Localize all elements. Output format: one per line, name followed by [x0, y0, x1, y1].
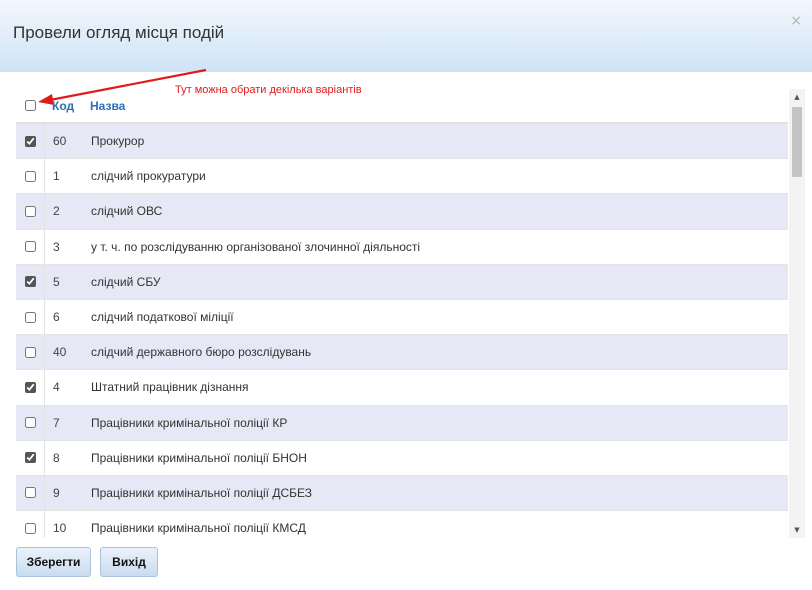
- table-row[interactable]: 10 Працівники кримінальної поліції КМСД: [16, 511, 788, 538]
- row-checkbox-cell: [16, 205, 44, 217]
- table-row[interactable]: 8 Працівники кримінальної поліції БНОН: [16, 440, 788, 476]
- dialog-title: Провели огляд місця подій: [13, 23, 225, 42]
- row-name: слідчий СБУ: [91, 274, 161, 289]
- row-code: 10: [53, 521, 67, 536]
- scrollbar[interactable]: ▲ ▼: [789, 89, 805, 538]
- row-name: слідчий податкової міліції: [91, 310, 234, 325]
- row-code: 4: [53, 380, 60, 395]
- scroll-up-icon[interactable]: ▲: [789, 91, 805, 103]
- row-checkbox-cell: [16, 170, 44, 182]
- row-name: Працівники кримінальної поліції КР: [91, 415, 288, 430]
- table-row[interactable]: 1 слідчий прокуратури: [16, 159, 788, 195]
- scroll-down-icon[interactable]: ▼: [789, 524, 805, 536]
- row-checkbox-cell: [16, 452, 44, 464]
- row-checkbox-cell: [16, 417, 44, 429]
- table-header: Код Назва: [16, 89, 788, 124]
- table-row[interactable]: 3 у т. ч. по розслідуванню організованої …: [16, 229, 788, 265]
- row-name: слідчий ОВС: [91, 204, 163, 219]
- row-checkbox-cell: [16, 241, 44, 253]
- dialog-header: Провели огляд місця подій ×: [0, 0, 812, 72]
- table-row[interactable]: 6 слідчий податкової міліції: [16, 299, 788, 336]
- exit-button[interactable]: Вихід: [100, 547, 158, 577]
- row-name: слідчий прокуратури: [91, 169, 206, 184]
- row-name: Прокурор: [91, 134, 145, 149]
- row-name: слідчий державного бюро розслідувань: [91, 345, 312, 360]
- table-row[interactable]: 40 слідчий державного бюро розслідувань: [16, 335, 788, 371]
- table-row[interactable]: 7 Працівники кримінальної поліції КР: [16, 405, 788, 441]
- row-checkbox[interactable]: [24, 522, 36, 534]
- save-button[interactable]: Зберегти: [16, 547, 91, 577]
- row-code: 6: [53, 310, 60, 325]
- row-code: 5: [53, 274, 60, 289]
- dialog: Провели огляд місця подій × Тут можна об…: [0, 0, 812, 590]
- row-checkbox[interactable]: [24, 241, 36, 253]
- row-checkbox[interactable]: [24, 417, 36, 429]
- row-code: 9: [53, 485, 60, 500]
- column-header-code[interactable]: Код: [44, 99, 82, 113]
- table-row[interactable]: 60 Прокурор: [16, 124, 788, 160]
- row-code: 3: [53, 239, 60, 254]
- row-checkbox-cell: [16, 311, 44, 323]
- scrollbar-thumb[interactable]: [792, 107, 802, 177]
- row-checkbox-cell: [16, 346, 44, 358]
- row-checkbox-cell: [16, 135, 44, 147]
- table-row[interactable]: 9 Працівники кримінальної поліції ДСБЕЗ: [16, 475, 788, 512]
- row-checkbox[interactable]: [24, 487, 36, 499]
- row-code: 60: [53, 134, 67, 149]
- row-checkbox[interactable]: [24, 276, 36, 288]
- row-checkbox[interactable]: [24, 346, 36, 358]
- row-code: 8: [53, 450, 60, 465]
- row-code: 40: [53, 345, 67, 360]
- row-checkbox-cell: [16, 522, 44, 534]
- row-checkbox[interactable]: [24, 381, 36, 393]
- column-header-name[interactable]: Назва: [82, 99, 788, 113]
- options-table: Код Назва 60 Прокурор 1 слідчий прокуратури…: [16, 89, 788, 538]
- table-body: 60 Прокурор 1 слідчий прокуратури 2 слідчий О…: [16, 124, 788, 538]
- row-checkbox[interactable]: [24, 170, 36, 182]
- row-name: у т. ч. по розслідуванню організованої з…: [91, 239, 421, 254]
- row-checkbox[interactable]: [24, 311, 36, 323]
- table-row[interactable]: 4 Штатний працівник дізнання: [16, 370, 788, 406]
- table-row[interactable]: 2 слідчий ОВС: [16, 194, 788, 230]
- row-code: 7: [53, 415, 60, 430]
- select-all-cell: [16, 100, 44, 111]
- row-name: Працівники кримінальної поліції ДСБЕЗ: [91, 485, 313, 500]
- row-checkbox[interactable]: [24, 205, 36, 217]
- row-code: 1: [53, 169, 60, 184]
- row-name: Штатний працівник дізнання: [91, 380, 249, 395]
- row-checkbox-cell: [16, 276, 44, 288]
- row-code: 2: [53, 204, 60, 219]
- close-icon[interactable]: ×: [790, 14, 802, 28]
- row-checkbox[interactable]: [24, 135, 36, 147]
- row-checkbox-cell: [16, 381, 44, 393]
- select-all-checkbox[interactable]: [24, 100, 36, 111]
- row-name: Працівники кримінальної поліції БНОН: [91, 450, 307, 465]
- table-row[interactable]: 5 слідчий СБУ: [16, 264, 788, 300]
- row-checkbox[interactable]: [24, 452, 36, 464]
- row-name: Працівники кримінальної поліції КМСД: [91, 521, 306, 536]
- row-checkbox-cell: [16, 487, 44, 499]
